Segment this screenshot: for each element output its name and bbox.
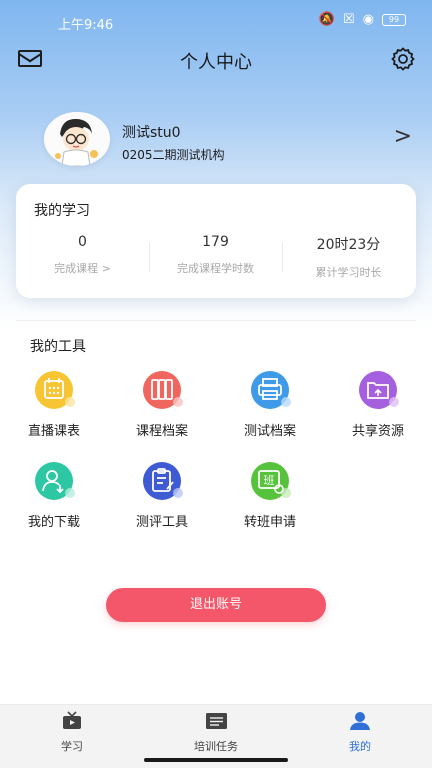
status-icons: 🔕 ☒ ◉ 99 bbox=[319, 13, 406, 27]
calendar-icon bbox=[35, 371, 75, 409]
completed-courses-label[interactable]: 完成课程 > bbox=[16, 260, 149, 276]
tool-test-archive[interactable]: 测试档案 bbox=[230, 370, 310, 439]
battery-icon: 99 bbox=[382, 14, 406, 26]
folder-share-icon bbox=[359, 371, 399, 409]
tool-label: 转班申请 bbox=[243, 515, 296, 530]
tool-label: 测试档案 bbox=[243, 424, 296, 439]
chevron-right-icon[interactable]: > bbox=[394, 124, 412, 149]
tab-study[interactable]: 学习 bbox=[22, 711, 122, 754]
logout-button[interactable]: 退出账号 bbox=[106, 588, 326, 622]
tool-label: 测评工具 bbox=[135, 515, 188, 530]
tool-my-downloads[interactable]: 我的下载 bbox=[14, 461, 94, 530]
tool-live-schedule[interactable]: 直播课表 bbox=[14, 370, 94, 439]
tool-label: 我的下载 bbox=[27, 515, 80, 530]
printer-icon bbox=[251, 371, 291, 409]
home-indicator bbox=[144, 758, 288, 762]
mute-bell-icon: 🔕 bbox=[318, 12, 335, 27]
my-study-card: 我的学习 0 完成课程 > 179 完成课程学时数 20时23分 累计学习时长 bbox=[16, 184, 416, 298]
svg-text:班: 班 bbox=[264, 474, 275, 487]
tool-course-archive[interactable]: 课程档案 bbox=[122, 370, 202, 439]
tool-label: 课程档案 bbox=[135, 424, 188, 439]
completed-courses-stat[interactable]: 0 完成课程 > bbox=[16, 234, 149, 276]
tab-training-tasks[interactable]: 培训任务 bbox=[166, 711, 266, 754]
user-organization: 0205二期测试机构 bbox=[122, 148, 225, 162]
completed-courses-value: 0 bbox=[78, 234, 87, 250]
tab-label: 培训任务 bbox=[194, 740, 238, 753]
status-bar: 上午9:46 🔕 ☒ ◉ 99 bbox=[0, 0, 432, 40]
status-time: 上午9:46 bbox=[58, 18, 114, 33]
my-tools-title: 我的工具 bbox=[30, 339, 86, 355]
tab-label: 学习 bbox=[61, 740, 83, 753]
study-duration-value: 20时23分 bbox=[316, 237, 381, 253]
books-icon bbox=[143, 371, 183, 409]
notification-icon: ☒ bbox=[343, 12, 355, 27]
course-hours-label: 完成课程学时数 bbox=[177, 262, 254, 275]
study-duration-label: 累计学习时长 bbox=[315, 266, 382, 279]
avatar-cartoon-icon bbox=[44, 112, 110, 166]
tool-label: 直播课表 bbox=[27, 424, 80, 439]
settings-gear-icon[interactable] bbox=[390, 46, 416, 72]
avatar[interactable] bbox=[44, 112, 110, 166]
user-name: 测试stu0 bbox=[122, 125, 181, 141]
top-navigation: 个人中心 bbox=[0, 42, 432, 76]
profile-row[interactable]: 测试stu0 0205二期测试机构 > bbox=[44, 112, 424, 168]
tool-class-transfer[interactable]: 班 转班申请 bbox=[230, 461, 310, 530]
course-hours-stat: 179 完成课程学时数 bbox=[149, 234, 282, 276]
clipboard-icon bbox=[143, 462, 183, 500]
section-divider bbox=[16, 320, 416, 321]
tool-assessment[interactable]: 测评工具 bbox=[122, 461, 202, 530]
newspaper-icon bbox=[206, 713, 227, 729]
user-download-icon bbox=[35, 462, 75, 500]
tv-icon bbox=[63, 711, 81, 729]
tool-label: 共享资源 bbox=[351, 424, 404, 439]
tool-shared-resources[interactable]: 共享资源 bbox=[338, 370, 418, 439]
course-hours-value: 179 bbox=[202, 234, 229, 250]
tab-label: 我的 bbox=[349, 740, 371, 753]
my-study-title: 我的学习 bbox=[34, 203, 90, 219]
page-title: 个人中心 bbox=[180, 52, 252, 73]
person-icon bbox=[350, 712, 370, 730]
study-duration-stat: 20时23分 累计学习时长 bbox=[282, 234, 415, 280]
wifi-icon: ◉ bbox=[362, 12, 374, 27]
class-transfer-icon: 班 bbox=[251, 462, 291, 500]
tab-mine[interactable]: 我的 bbox=[310, 711, 410, 754]
